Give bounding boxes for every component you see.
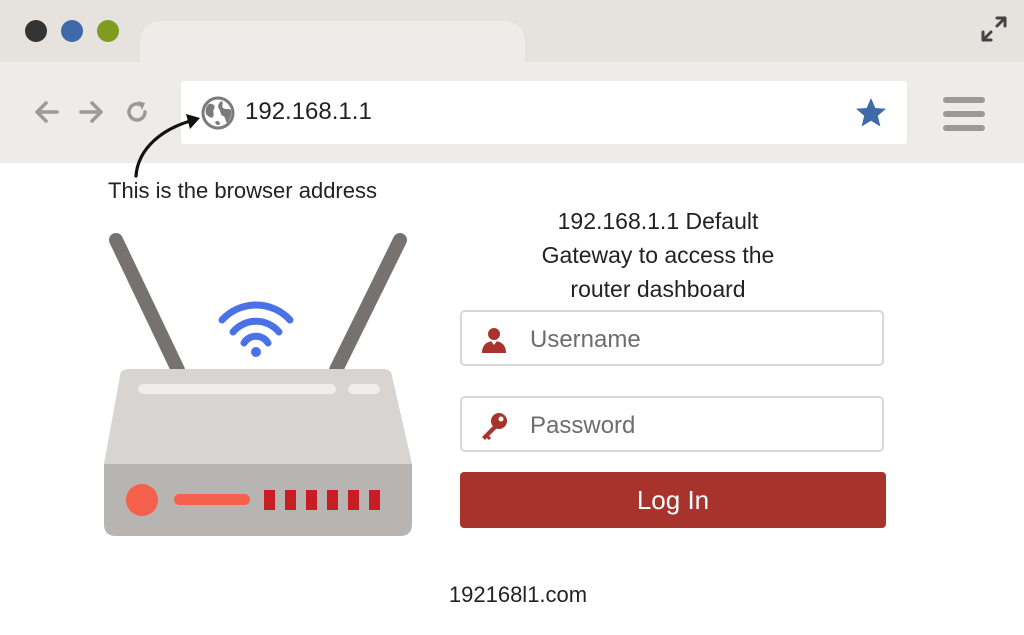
router-illustration: [104, 233, 412, 536]
star-icon[interactable]: [854, 96, 888, 130]
heading-line: Gateway to access the: [541, 242, 775, 268]
key-icon: [482, 413, 507, 440]
router-vent-small: [348, 384, 380, 394]
wifi-icon: [218, 301, 294, 347]
site-footer: 192168l1.com: [448, 582, 588, 607]
browser-tab[interactable]: [140, 21, 525, 62]
heading-line: 192.168.1.1 Default: [557, 208, 759, 234]
hamburger-menu-icon[interactable]: [940, 94, 988, 134]
status-led: [174, 494, 250, 505]
left-antenna: [109, 233, 185, 377]
user-icon: [482, 328, 506, 353]
power-led: [126, 484, 158, 516]
login-heading: 192.168.1.1 Default Gateway to access th…: [458, 204, 858, 306]
close-window-button[interactable]: [25, 20, 47, 42]
heading-line: router dashboard: [570, 276, 746, 302]
annotation-caption: This is the browser address: [108, 178, 377, 203]
password-input[interactable]: [528, 406, 862, 446]
fullscreen-icon[interactable]: [980, 15, 1008, 43]
address-bar-url[interactable]: 192.168.1.1: [245, 96, 372, 128]
password-field[interactable]: [460, 396, 884, 452]
router-vent: [138, 384, 336, 394]
arrow-right-icon[interactable]: [76, 97, 106, 127]
username-input[interactable]: [528, 320, 862, 360]
minimize-window-button[interactable]: [61, 20, 83, 42]
annotation-arrow: [134, 114, 200, 178]
right-antenna: [329, 233, 407, 377]
router-top: [104, 369, 412, 464]
maximize-window-button[interactable]: [97, 20, 119, 42]
username-field[interactable]: [460, 310, 884, 366]
arrow-left-icon[interactable]: [32, 97, 62, 127]
login-button[interactable]: Log In: [460, 472, 886, 528]
